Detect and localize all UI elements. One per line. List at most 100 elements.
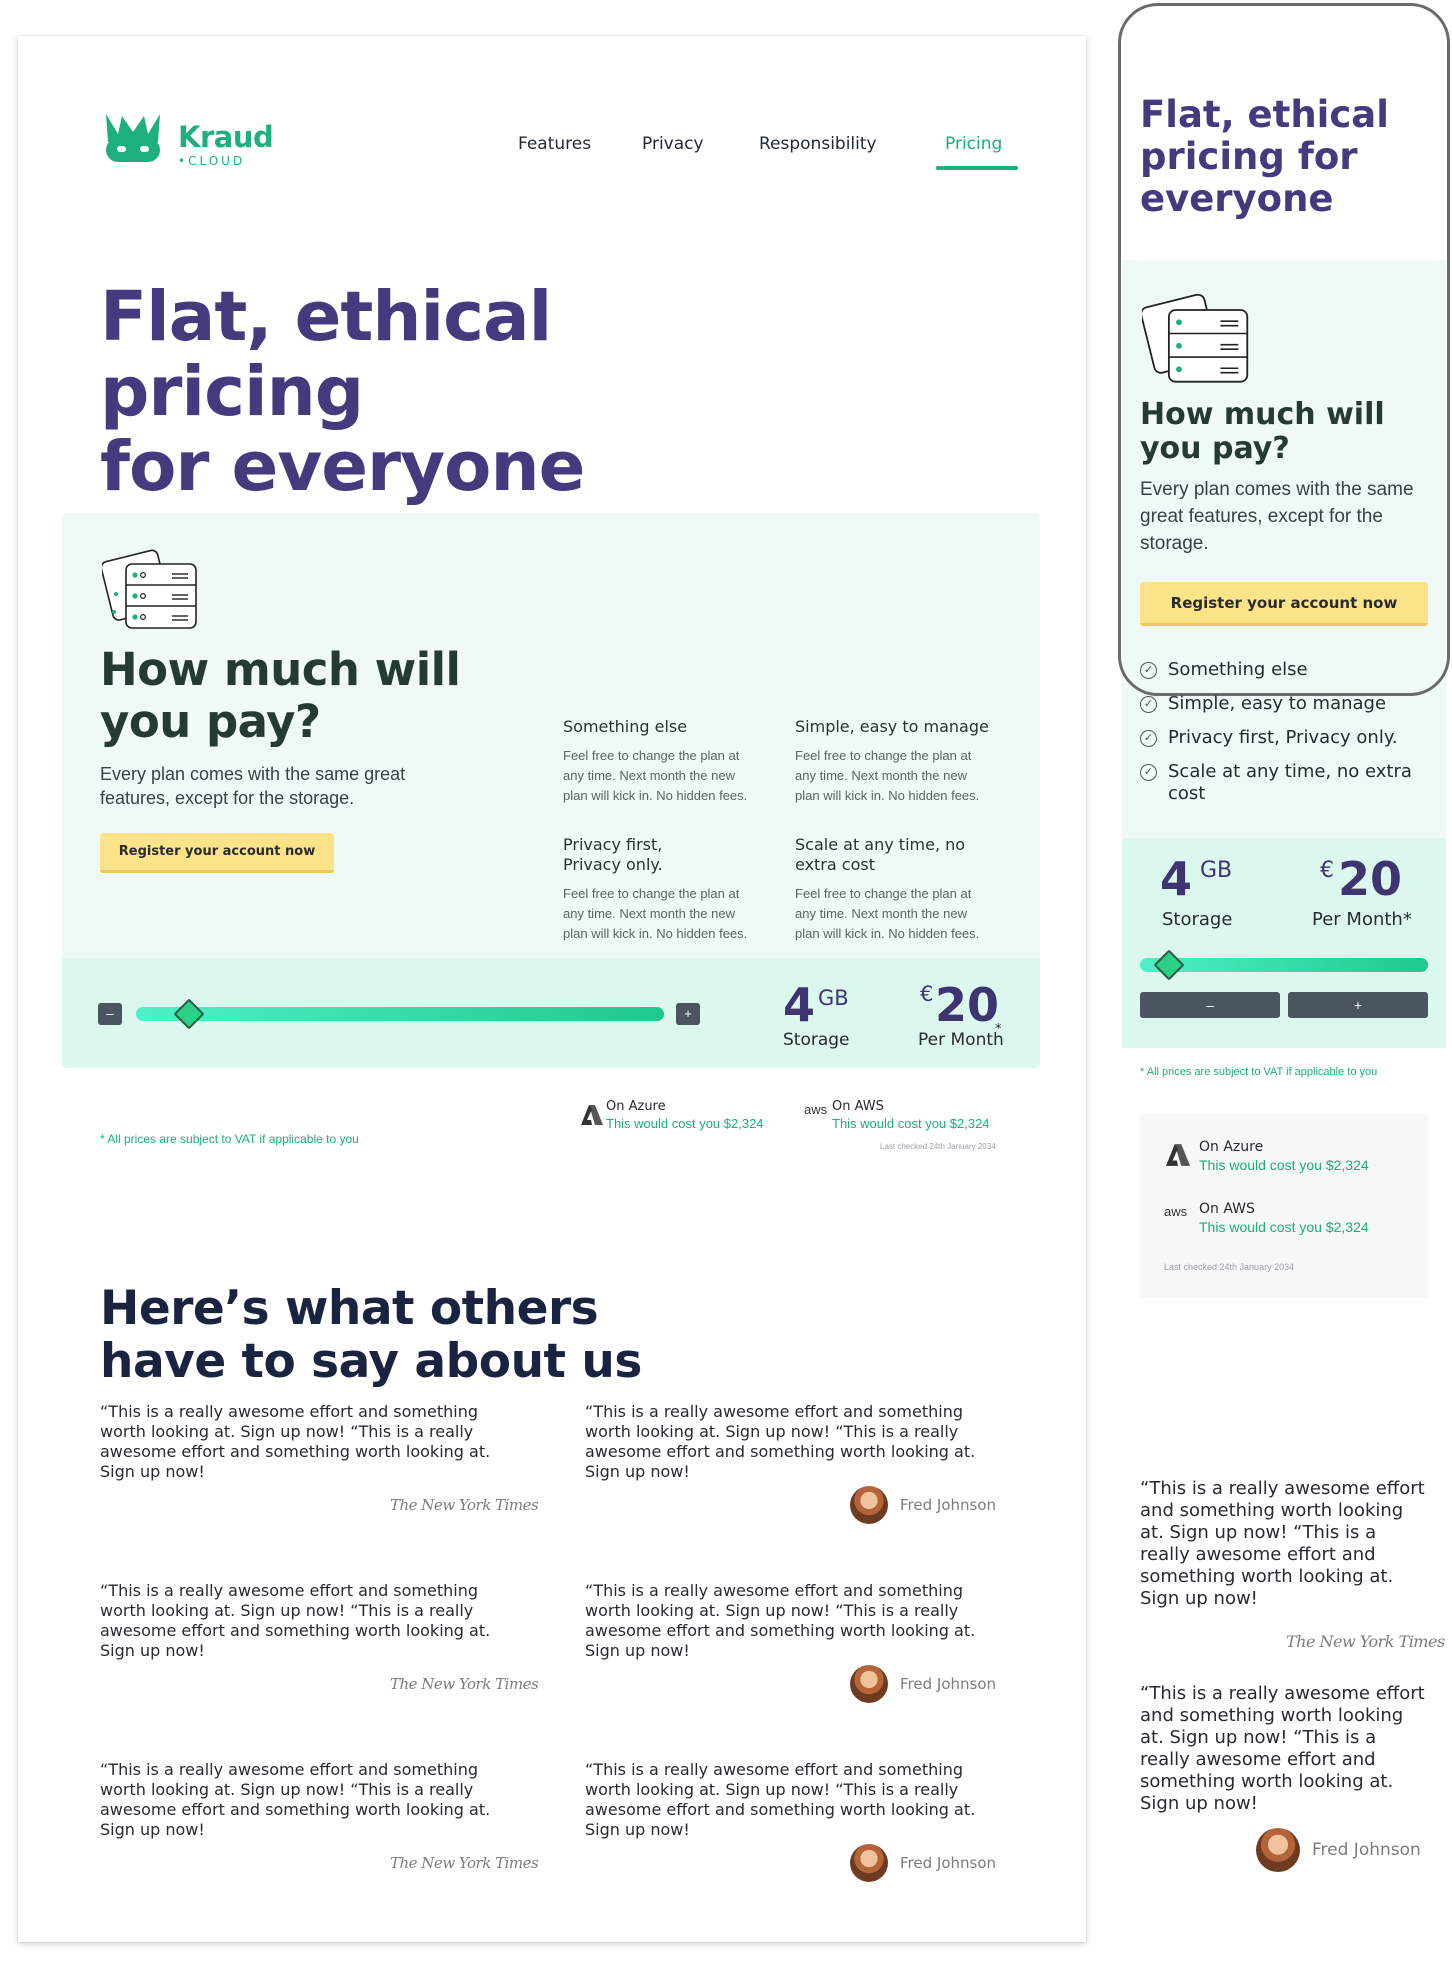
testimonial-quote: “This is a really awesome effort and som… — [585, 1402, 976, 1481]
mobile-avatar — [1256, 1828, 1300, 1872]
check-circle-icon: ✓ — [1140, 730, 1157, 747]
mobile-feature-item: Privacy first, Privacy only. — [1168, 727, 1398, 748]
nav-features[interactable]: Features — [518, 134, 591, 154]
mobile-last-checked: Last checked 24th January 2034 — [1164, 1262, 1295, 1272]
testimonials-title: Here’s what others have to say about us — [100, 1282, 660, 1388]
mobile-testimonial-quote: “This is a really awesome effort and som… — [1140, 1478, 1425, 1609]
mobile-aws-icon: aws — [1164, 1204, 1188, 1219]
feature-body: Feel free to change the plan at any time… — [795, 748, 980, 803]
testimonial-author: Fred Johnson — [900, 1675, 997, 1693]
mobile-page-title-line-3: everyone — [1140, 177, 1334, 220]
pricing-subtitle: Every plan comes with the same great fea… — [100, 764, 406, 808]
check-circle-icon: ✓ — [1140, 696, 1157, 713]
mobile-pricing-title-line-2: you pay? — [1140, 431, 1290, 466]
nav-active-indicator — [936, 166, 1018, 170]
vat-note: * All prices are subject to VAT if appli… — [100, 1132, 359, 1146]
nav-responsibility[interactable]: Responsibility — [759, 134, 877, 154]
mobile-vat-note: * All prices are subject to VAT if appli… — [1140, 1066, 1378, 1078]
price-label: Per Month — [918, 1030, 1004, 1050]
avatar — [850, 1844, 888, 1882]
testimonial-author: Fred Johnson — [900, 1854, 997, 1872]
pricing-title: How much will you pay? — [100, 644, 540, 748]
page-title: Flat, ethical pricing for everyone — [100, 280, 800, 505]
nyt-logo: The New York Times — [390, 1675, 539, 1693]
price-asterisk: * — [995, 1022, 1002, 1037]
azure-icon — [581, 1105, 603, 1125]
storage-slider-track[interactable] — [136, 1007, 664, 1021]
brand-sub: •CLOUD — [178, 154, 246, 168]
mobile-price-value: 20 — [1338, 852, 1403, 906]
mobile-feature-item: Something else — [1168, 659, 1308, 680]
feature-title: Scale at any time, no extra cost — [795, 835, 966, 874]
kraud-logo-icon — [106, 114, 160, 162]
page-title-line-2: for everyone — [100, 427, 585, 507]
mobile-pricing-title-line-1: How much will — [1140, 397, 1385, 432]
nav-privacy[interactable]: Privacy — [642, 134, 704, 154]
testimonial-quote: “This is a really awesome effort and som… — [100, 1402, 491, 1481]
compare-cost: This would cost you $2,324 — [832, 1116, 990, 1131]
page-title-line-1: Flat, ethical pricing — [100, 277, 552, 432]
decrease-storage-button[interactable]: – — [98, 1003, 122, 1025]
desktop-page: Kraud •CLOUD Features Privacy Responsibi… — [18, 36, 1086, 1942]
kraud-logo[interactable]: Kraud •CLOUD — [100, 98, 280, 168]
check-circle-icon: ✓ — [1140, 764, 1157, 781]
mobile-compare-provider: On AWS — [1199, 1201, 1255, 1217]
compare-provider: On AWS — [832, 1099, 884, 1114]
mobile-testimonial-quote: “This is a really awesome effort and som… — [1140, 1683, 1425, 1814]
testimonials-title-line-1: Here’s what others — [100, 1281, 599, 1336]
mobile-page-title-line-2: pricing for — [1140, 135, 1358, 178]
last-checked: Last checked 24th January 2034 — [880, 1142, 996, 1151]
mobile-compare-cost: This would cost you $2,324 — [1199, 1219, 1369, 1235]
compare-provider: On Azure — [606, 1099, 666, 1114]
mobile-page-title: Flat, ethical pricing for everyone — [1140, 94, 1420, 220]
avatar — [850, 1486, 888, 1524]
mobile-compare-provider: On Azure — [1199, 1139, 1264, 1155]
server-illustration-icon — [102, 549, 197, 629]
price-value: 20 — [935, 978, 1000, 1032]
increase-storage-button[interactable]: + — [676, 1003, 700, 1025]
mobile-pricing-title: How much will you pay? — [1140, 398, 1420, 466]
mobile-price-label: Per Month* — [1312, 909, 1412, 930]
storage-label: Storage — [783, 1030, 850, 1050]
aws-icon: aws — [804, 1102, 828, 1117]
mobile-testimonial-author: Fred Johnson — [1312, 1840, 1421, 1860]
pricing-title-line-1: How much will — [100, 643, 461, 696]
mobile-azure-icon — [1166, 1144, 1190, 1166]
feature-title: Something else — [563, 717, 688, 736]
nav-pricing[interactable]: Pricing — [945, 134, 1002, 154]
mobile-storage-label: Storage — [1162, 909, 1233, 930]
mobile-nyt-logo: The New York Times — [1286, 1632, 1445, 1651]
mobile-storage-unit: GB — [1200, 858, 1233, 883]
mobile-increase-storage-button[interactable]: + — [1288, 992, 1428, 1018]
register-button[interactable]: Register your account now — [100, 833, 334, 873]
mobile-decrease-storage-button[interactable]: – — [1140, 992, 1280, 1018]
testimonials-title-line-2: have to say about us — [100, 1334, 642, 1389]
mobile-feature-item: Scale at any time, no extra cost — [1168, 761, 1412, 804]
pricing-title-line-2: you pay? — [100, 695, 321, 748]
mobile-compare-cost: This would cost you $2,324 — [1199, 1157, 1369, 1173]
brand-name: Kraud — [178, 120, 274, 154]
testimonial-quote: “This is a really awesome effort and som… — [585, 1760, 976, 1839]
storage-unit: GB — [818, 986, 849, 1010]
compare-cost: This would cost you $2,324 — [606, 1116, 764, 1131]
mobile-register-button[interactable]: Register your account now — [1140, 582, 1428, 626]
feature-title: Simple, easy to manage — [795, 717, 989, 736]
nyt-logo: The New York Times — [390, 1496, 539, 1514]
feature-body: Feel free to change the plan at any time… — [563, 886, 748, 941]
mobile-pricing-subtitle: Every plan comes with the same great fea… — [1140, 479, 1414, 554]
price-currency: € — [920, 982, 934, 1006]
mobile-price-currency: € — [1320, 858, 1334, 883]
feature-body: Feel free to change the plan at any time… — [563, 748, 748, 803]
mobile-feature-item: Simple, easy to manage — [1168, 693, 1387, 714]
feature-title: Privacy first, Privacy only. — [563, 835, 663, 874]
check-circle-icon: ✓ — [1140, 662, 1157, 679]
testimonial-author: Fred Johnson — [900, 1496, 997, 1514]
mobile-storage-value: 4 — [1160, 852, 1193, 906]
feature-body: Feel free to change the plan at any time… — [795, 886, 980, 941]
mobile-server-illustration-icon — [1142, 293, 1249, 383]
storage-value: 4 — [783, 978, 816, 1032]
testimonial-quote: “This is a really awesome effort and som… — [100, 1581, 491, 1660]
testimonial-quote: “This is a really awesome effort and som… — [100, 1760, 491, 1839]
testimonial-quote: “This is a really awesome effort and som… — [585, 1581, 976, 1660]
avatar — [850, 1665, 888, 1703]
